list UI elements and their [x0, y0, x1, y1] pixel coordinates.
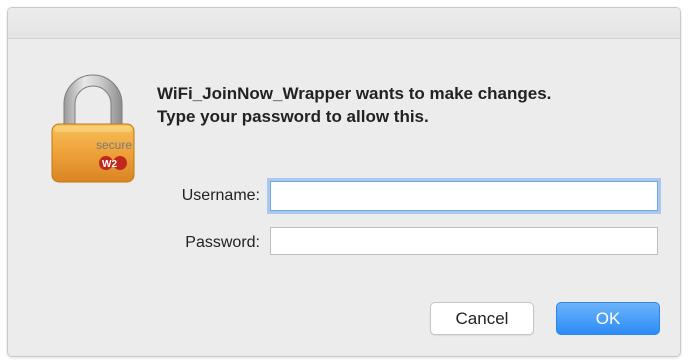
username-label: Username: [181, 187, 260, 204]
icon-secure-text: secure [96, 138, 132, 152]
dialog-titlebar[interactable] [8, 8, 680, 39]
icon-badge-text: W2 [102, 159, 117, 170]
password-field[interactable] [270, 227, 658, 255]
screen: secure W2 WiFi_JoinNow_Wrapper wants to … [0, 0, 688, 364]
message-line-1: WiFi_JoinNow_Wrapper wants to make chang… [157, 84, 552, 103]
secure-w2-lock-icon: secure W2 [51, 74, 135, 183]
cancel-button[interactable]: Cancel [430, 302, 534, 335]
username-field[interactable] [270, 181, 658, 211]
dialog-message: WiFi_JoinNow_Wrapper wants to make chang… [157, 82, 657, 128]
message-line-2: Type your password to allow this. [157, 107, 429, 126]
password-label: Password: [185, 234, 260, 251]
ok-button[interactable]: OK [556, 302, 660, 335]
authentication-dialog: secure W2 WiFi_JoinNow_Wrapper wants to … [8, 8, 680, 356]
